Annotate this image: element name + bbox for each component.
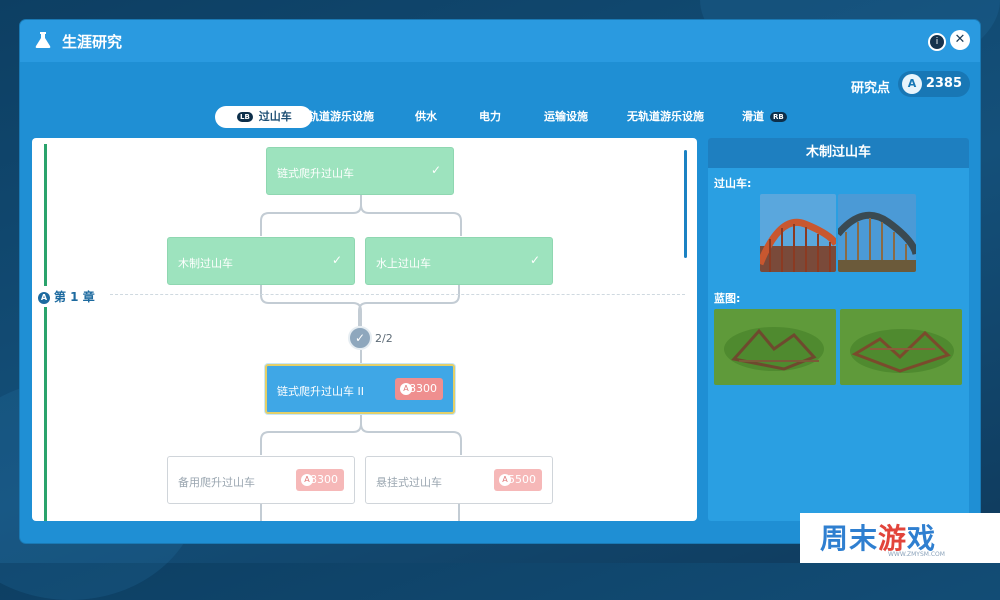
tab-label: 滑道	[742, 110, 764, 123]
blueprints-section-label: 蓝图:	[714, 292, 741, 305]
tab-trackless-rides[interactable]: 无轨道游乐设施	[627, 106, 704, 128]
chapter-icon: A	[38, 291, 50, 304]
node-chain-lift-coaster-2[interactable]: 链式爬升过山车 II A 8300	[265, 364, 455, 414]
help-button[interactable]: i	[928, 33, 946, 51]
close-button[interactable]: ✕	[950, 30, 970, 50]
research-points-icon: A	[400, 383, 412, 395]
cost-value: 8300	[409, 382, 437, 395]
node-label: 木制过山车	[178, 257, 233, 270]
node-label: 水上过山车	[376, 257, 431, 270]
node-water-coaster[interactable]: 水上过山车 ✓	[365, 237, 553, 285]
research-points-value: 2385	[925, 76, 962, 91]
window-titlebar: 生涯研究 i ✕	[20, 20, 980, 62]
check-icon: ✓	[331, 253, 342, 267]
watermark-logo: 周末游戏 WWW.ZMYSM.COM	[800, 513, 1000, 563]
window-title: 生涯研究	[62, 33, 123, 51]
watermark-url: WWW.ZMYSM.COM	[888, 551, 945, 558]
blueprint-preview-image[interactable]	[840, 309, 962, 385]
node-chain-lift-coaster[interactable]: 链式爬升过山车 ✓	[266, 147, 454, 195]
research-cost-badge: A 5500	[494, 469, 542, 491]
category-tabs: LB 过山车 轨道游乐设施 供水 电力 运输设施 无轨道游乐设施 滑道 RB	[215, 106, 805, 128]
research-window: 生涯研究 i ✕ 研究点 A 2385 LB 过山车 轨道游乐设施 供水 电力 运…	[20, 20, 980, 543]
cost-value: 8300	[310, 473, 338, 486]
tab-water-supply[interactable]: 供水	[415, 106, 437, 128]
node-backup-lift-coaster[interactable]: 备用爬升过山车 A 8300	[167, 456, 355, 504]
chapter-label: A 第 1 章	[38, 286, 95, 307]
research-points-icon: A	[301, 474, 313, 486]
node-wooden-coaster[interactable]: 木制过山车 ✓	[167, 237, 355, 285]
ride-preview-image[interactable]	[760, 194, 836, 272]
blueprint-preview-image[interactable]	[714, 309, 836, 385]
check-icon: ✓	[529, 253, 540, 267]
prerequisite-check-icon: ✓	[348, 326, 372, 350]
rb-bumper-icon: RB	[770, 112, 787, 122]
chapter-divider	[110, 294, 685, 295]
node-label: 备用爬升过山车	[178, 476, 255, 489]
scrollbar[interactable]	[684, 150, 687, 258]
research-points-icon: A	[902, 74, 922, 94]
tab-power[interactable]: 电力	[479, 106, 501, 128]
research-points-label: 研究点	[850, 81, 890, 96]
check-icon: ✓	[430, 163, 441, 177]
chapter-text: 第 1 章	[54, 290, 95, 304]
research-tree-panel[interactable]: A 第 1 章 链式爬升过山车 ✓ 木制过山车 ✓ 水上过山车 ✓ ✓ 2/2 链…	[32, 138, 697, 521]
node-suspended-coaster[interactable]: 悬挂式过山车 A 5500	[365, 456, 553, 504]
node-label: 链式爬升过山车	[277, 167, 354, 180]
tab-slides[interactable]: 滑道 RB	[742, 106, 787, 128]
chapter-progress-line	[44, 144, 47, 521]
tab-transport[interactable]: 运输设施	[544, 106, 588, 128]
rides-section-label: 过山车:	[714, 177, 752, 190]
tab-label: 过山车	[258, 110, 292, 123]
flask-icon	[35, 32, 51, 48]
detail-panel: 木制过山车 过山车: 蓝图:	[708, 138, 969, 521]
detail-title: 木制过山车	[708, 138, 969, 168]
research-cost-badge: A 8300	[395, 378, 443, 400]
prerequisite-counter: 2/2	[375, 332, 393, 345]
lb-bumper-icon: LB	[237, 112, 253, 122]
tab-track-rides[interactable]: 轨道游乐设施	[308, 106, 374, 128]
research-cost-badge: A 8300	[296, 469, 344, 491]
research-points-display: A 2385	[898, 71, 970, 97]
tab-coasters[interactable]: LB 过山车	[215, 106, 312, 128]
node-label: 悬挂式过山车	[376, 476, 442, 489]
cost-value: 5500	[508, 473, 536, 486]
ride-preview-image[interactable]	[838, 194, 916, 272]
research-points-icon: A	[499, 474, 511, 486]
node-label: 链式爬升过山车 II	[277, 385, 364, 398]
